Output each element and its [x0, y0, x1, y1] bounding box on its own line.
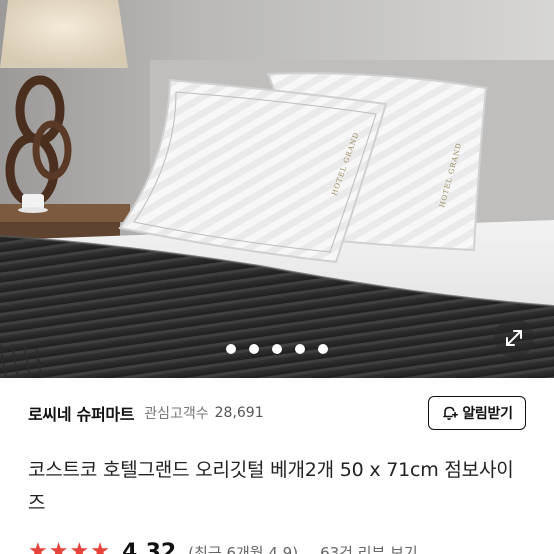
carousel-dot[interactable] — [272, 344, 282, 354]
seller-name[interactable]: 로씨네 슈퍼마트 — [28, 401, 135, 425]
alert-subscribe-button[interactable]: 알림받기 — [428, 396, 526, 430]
rating-row[interactable]: ★ ★ ★ ★ 4.32 (최근 6개월 4.9) 63건 리뷰 보기 — [28, 540, 418, 554]
carousel-dot[interactable] — [318, 344, 328, 354]
follower-label: 관심고객수 — [144, 406, 209, 422]
carousel-dot[interactable] — [226, 344, 236, 354]
review-link[interactable]: 63건 리뷰 보기 — [320, 542, 418, 554]
seller-row: 로씨네 슈퍼마트 관심고객수 28,691 알림받기 — [28, 396, 526, 430]
rating-stars: ★ ★ ★ ★ — [28, 541, 110, 554]
follower-count: 28,691 — [214, 405, 264, 421]
carousel-dot[interactable] — [249, 344, 259, 354]
star-icon: ★ — [69, 539, 90, 554]
expand-image-button[interactable] — [494, 318, 534, 358]
carousel-dots[interactable] — [0, 344, 554, 358]
product-photo-scene: HOTEL GRAND HOTEL GRAND — [0, 0, 554, 378]
rating-recent: (최근 6개월 4.9) — [188, 543, 299, 554]
bell-plus-icon — [443, 406, 459, 421]
carousel-dot[interactable] — [295, 344, 305, 354]
alert-button-label: 알림받기 — [462, 406, 513, 422]
product-image[interactable]: HOTEL GRAND HOTEL GRAND — [0, 0, 554, 378]
star-icon: ★ — [48, 539, 69, 554]
star-icon: ★ — [28, 539, 48, 554]
expand-arrows-icon — [506, 330, 522, 346]
product-title: 코스트코 호텔그랜드 오리깃털 베개2개 50 x 71cm 점보사이즈 — [28, 459, 514, 514]
star-icon: ★ — [90, 539, 110, 554]
rating-score: 4.32 — [121, 539, 177, 554]
